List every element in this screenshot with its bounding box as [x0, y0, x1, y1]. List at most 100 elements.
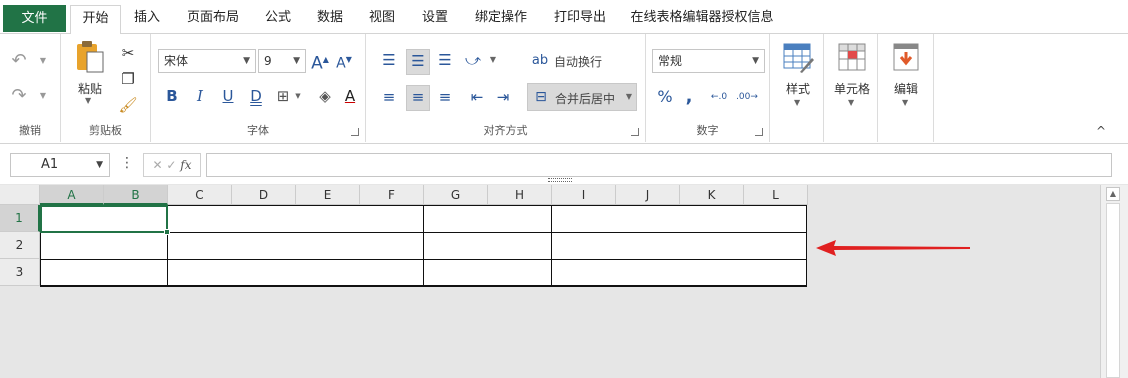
- font-name-select[interactable]: 宋体 ▼: [158, 49, 256, 73]
- column-header[interactable]: E: [296, 185, 360, 205]
- tab-formulas[interactable]: 公式: [256, 5, 300, 34]
- alignment-dialog-launcher-icon[interactable]: [631, 128, 639, 136]
- tab-page-layout[interactable]: 页面布局: [178, 5, 248, 34]
- copy-icon[interactable]: ❐: [117, 68, 139, 90]
- percent-icon[interactable]: %: [654, 86, 676, 108]
- tab-home[interactable]: 开始: [70, 5, 121, 35]
- cells-icon: [838, 43, 866, 71]
- font-color-button[interactable]: A: [339, 85, 361, 107]
- double-underline-button[interactable]: D: [245, 85, 267, 107]
- formula-bar-resize-handle[interactable]: [548, 178, 572, 182]
- italic-button[interactable]: I: [189, 85, 211, 107]
- undo-dropdown-icon[interactable]: ▼: [36, 50, 50, 72]
- cells-dropdown-icon: ▼: [848, 98, 855, 107]
- border-dropdown-icon[interactable]: ▼: [293, 85, 303, 107]
- cut-icon[interactable]: ✂: [117, 42, 139, 64]
- undo-group: ↶ ▼ ↷ ▼ 撤销: [0, 34, 61, 142]
- column-header[interactable]: F: [360, 185, 424, 205]
- tab-settings[interactable]: 设置: [413, 5, 457, 34]
- redo-icon[interactable]: ↷: [8, 85, 30, 107]
- more-options-icon[interactable]: ⋮: [120, 155, 134, 171]
- cancel-icon[interactable]: ✕: [153, 158, 163, 172]
- editing-icon: [893, 43, 919, 71]
- column-header[interactable]: D: [232, 185, 296, 205]
- merge-center-button[interactable]: ⊟ 合并后居中 ▼: [527, 83, 637, 111]
- row-header[interactable]: 3: [0, 259, 40, 286]
- border-icon[interactable]: ⊞: [273, 85, 293, 107]
- merge-cells-icon: ⊟: [535, 89, 547, 105]
- scroll-up-icon[interactable]: ▲: [1106, 187, 1120, 201]
- underline-button[interactable]: U: [217, 85, 239, 107]
- increase-font-icon[interactable]: A▲: [309, 49, 331, 75]
- tab-print-export[interactable]: 打印导出: [545, 5, 615, 34]
- text-orientation-icon[interactable]: ⤻: [462, 49, 484, 71]
- cells-group: 单元格 ▼: [824, 34, 878, 142]
- align-middle-icon[interactable]: ☰: [406, 49, 430, 75]
- column-header[interactable]: H: [488, 185, 552, 205]
- tab-file[interactable]: 文件: [3, 5, 66, 32]
- font-size-select[interactable]: 9 ▼: [258, 49, 306, 73]
- align-left-icon[interactable]: ≡: [378, 86, 400, 108]
- column-header[interactable]: I: [552, 185, 616, 205]
- tab-license-info[interactable]: 在线表格编辑器授权信息: [624, 5, 780, 34]
- align-bottom-icon[interactable]: ☰: [434, 49, 456, 71]
- insert-function-icon[interactable]: fx: [180, 158, 191, 172]
- column-header[interactable]: J: [616, 185, 680, 205]
- editing-label: 编辑: [893, 82, 918, 96]
- decrease-decimal-icon[interactable]: .00→: [734, 86, 760, 108]
- scroll-track[interactable]: [1106, 203, 1120, 378]
- increase-indent-icon[interactable]: ⇥: [492, 86, 514, 108]
- row-header[interactable]: 1: [0, 205, 40, 232]
- font-group: 宋体 ▼ 9 ▼ A▲ A▼ B I U D ⊞ ▼ ◈ A 字体: [151, 34, 366, 142]
- merge-dropdown-icon: ▼: [625, 92, 632, 101]
- select-all-corner[interactable]: [0, 185, 40, 205]
- cell-border: [40, 259, 807, 260]
- editing-button[interactable]: 编辑 ▼: [886, 40, 926, 112]
- tab-data[interactable]: 数据: [308, 5, 352, 34]
- column-header[interactable]: C: [168, 185, 232, 205]
- row-header[interactable]: 2: [0, 232, 40, 259]
- align-right-icon[interactable]: ≡: [434, 86, 456, 108]
- paste-label: 粘贴: [77, 82, 102, 96]
- font-name-value: 宋体: [164, 54, 189, 68]
- cell-grid[interactable]: [40, 205, 807, 287]
- tab-bind-ops[interactable]: 绑定操作: [466, 5, 536, 34]
- number-dialog-launcher-icon[interactable]: [755, 128, 763, 136]
- paste-button[interactable]: 粘贴 ▼: [73, 40, 107, 110]
- column-header[interactable]: A: [40, 185, 104, 205]
- column-header[interactable]: K: [680, 185, 744, 205]
- undo-group-label: 撤销: [19, 124, 41, 137]
- wrap-text-button[interactable]: ab 自动换行: [526, 48, 636, 74]
- tab-view[interactable]: 视图: [360, 5, 404, 34]
- align-top-icon[interactable]: ☰: [378, 49, 400, 71]
- column-header[interactable]: G: [424, 185, 488, 205]
- number-group-label: 数字: [696, 124, 719, 137]
- formula-input[interactable]: [206, 153, 1112, 177]
- orientation-dropdown-icon[interactable]: ▼: [486, 49, 500, 71]
- confirm-icon[interactable]: ✓: [166, 158, 176, 172]
- bold-button[interactable]: B: [161, 85, 183, 107]
- vertical-scrollbar[interactable]: ▲: [1100, 185, 1128, 378]
- format-painter-icon[interactable]: 🖌: [117, 94, 139, 116]
- collapse-ribbon-icon[interactable]: ^: [1096, 124, 1108, 138]
- align-center-icon[interactable]: ≡: [406, 85, 430, 111]
- decrease-font-icon[interactable]: A▼: [333, 49, 355, 75]
- increase-decimal-icon[interactable]: ←.0: [706, 86, 732, 108]
- column-header[interactable]: L: [744, 185, 808, 205]
- undo-icon[interactable]: ↶: [8, 50, 30, 72]
- styles-button[interactable]: 样式 ▼: [778, 40, 818, 112]
- name-box-value: A1: [41, 157, 59, 172]
- cells-button[interactable]: 单元格 ▼: [830, 40, 874, 112]
- number-format-select[interactable]: 常规 ▼: [652, 49, 765, 73]
- tab-insert[interactable]: 插入: [125, 5, 169, 34]
- fill-handle[interactable]: [164, 229, 170, 235]
- comma-style-icon[interactable]: ,: [678, 86, 700, 108]
- name-box[interactable]: A1 ▼: [10, 153, 110, 177]
- fill-color-icon[interactable]: ◈: [314, 85, 336, 107]
- decrease-indent-icon[interactable]: ⇤: [466, 86, 488, 108]
- redo-dropdown-icon[interactable]: ▼: [36, 85, 50, 107]
- font-dialog-launcher-icon[interactable]: [351, 128, 359, 136]
- active-cell-selection[interactable]: [40, 205, 168, 233]
- column-header[interactable]: B: [104, 185, 168, 205]
- editing-group: 编辑 ▼: [878, 34, 934, 142]
